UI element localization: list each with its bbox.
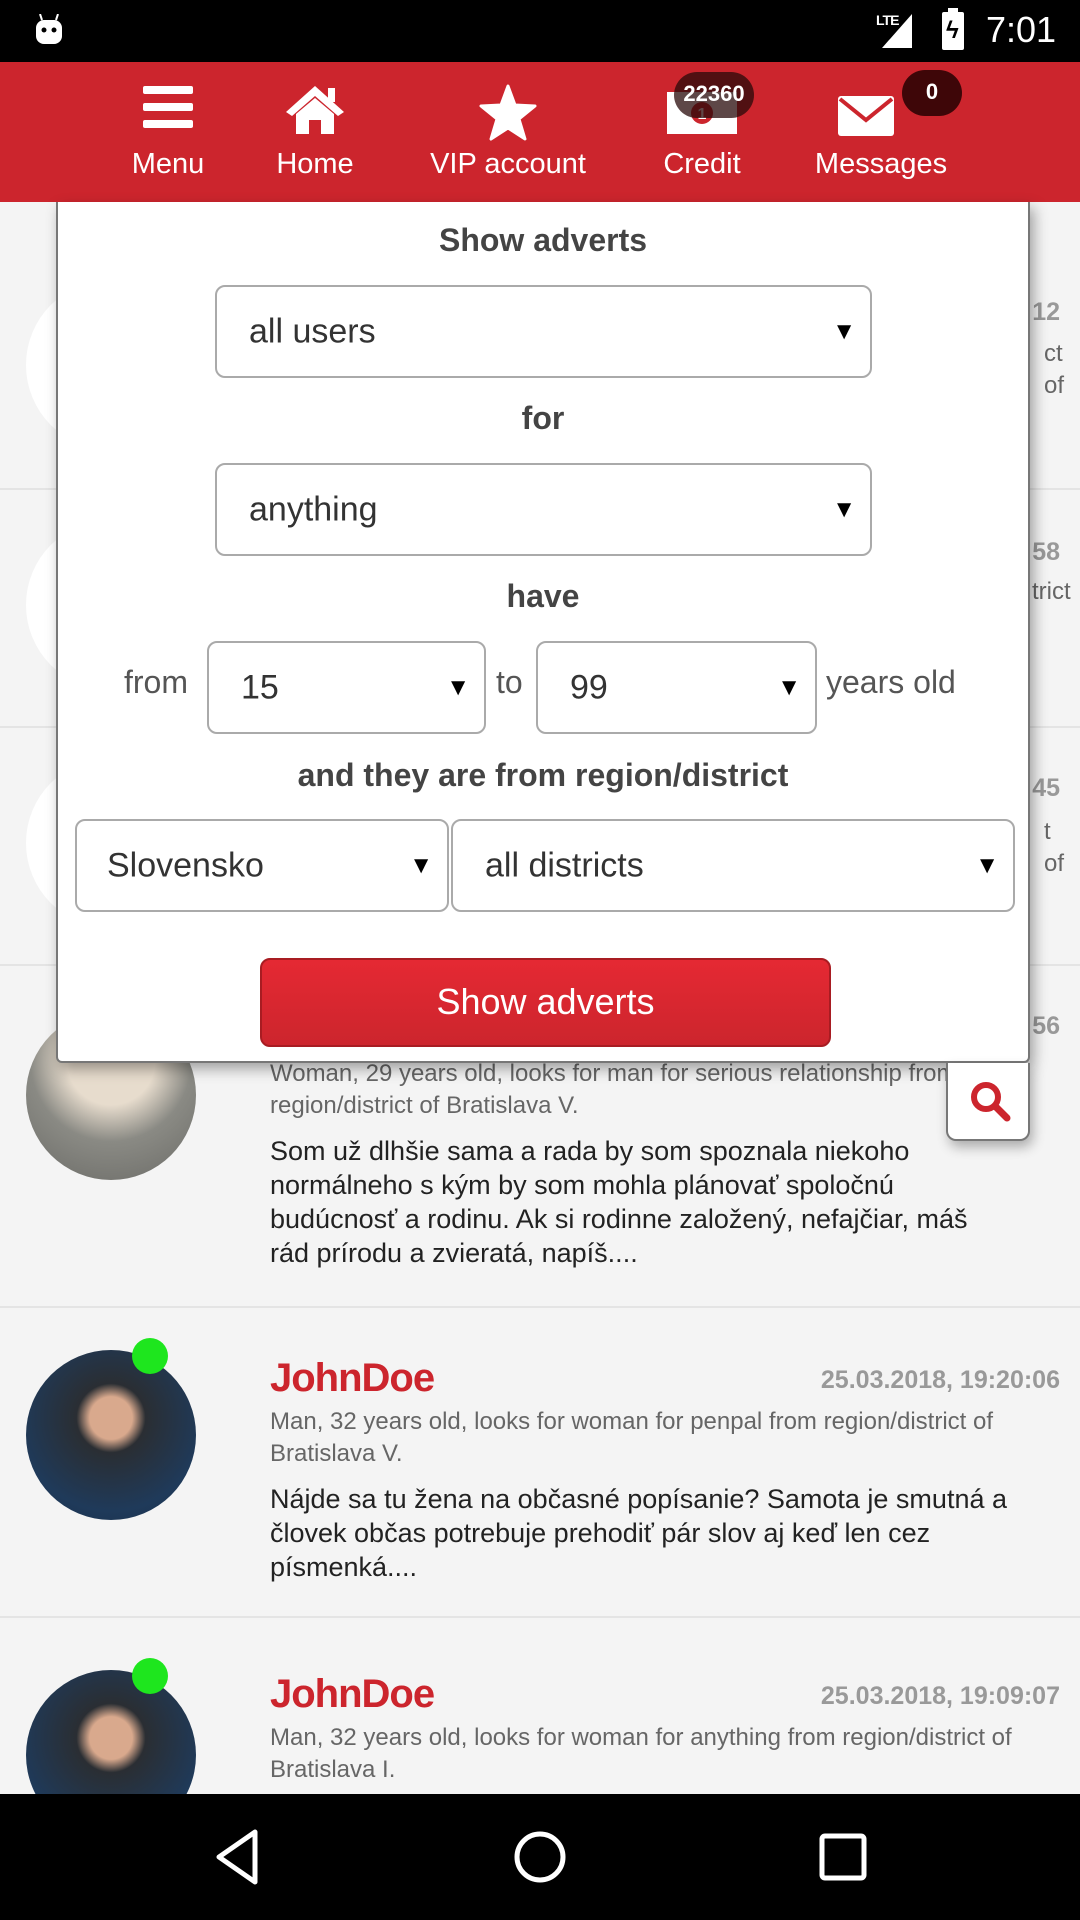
list-item[interactable]: JohnDoe 25.03.2018, 19:20:06 Man, 32 yea… [0, 1308, 1080, 1618]
district-select[interactable]: all districts ▼ [451, 819, 1015, 912]
battery-charging-icon: ϟ [942, 8, 964, 50]
online-status-indicator [132, 1338, 168, 1374]
advert-text: Nájde sa tu žena na občasné popísanie? S… [270, 1484, 1007, 1582]
dropdown-caret-icon: ▼ [975, 851, 999, 879]
have-label: have [506, 578, 580, 614]
region-select[interactable]: Slovensko ▼ [75, 819, 449, 912]
nav-messages-label: Messages [814, 148, 948, 180]
credit-badge: 22360 [674, 72, 754, 118]
nav-vip-label: VIP account [430, 148, 586, 180]
user-type-value: all users [249, 312, 376, 350]
avatar [26, 1670, 196, 1794]
user-type-select[interactable]: all users ▼ [215, 285, 872, 378]
home-icon [286, 86, 344, 134]
age-from-select[interactable]: 15 ▼ [207, 641, 486, 734]
nav-menu-label: Menu [131, 148, 205, 180]
search-icon [971, 1082, 1011, 1122]
advert-date: 56 [1032, 1012, 1060, 1040]
purpose-value: anything [249, 490, 378, 528]
age-to-value: 99 [570, 668, 608, 706]
advert-meta: ct of [1044, 340, 1065, 399]
menu-icon [143, 86, 193, 128]
nav-menu[interactable]: Menu [118, 62, 218, 202]
avatar [26, 1350, 196, 1520]
clock: 7:01 [986, 9, 1057, 50]
nav-credit-label: Credit [663, 148, 741, 180]
years-old-label: years old [826, 664, 956, 700]
dropdown-caret-icon: ▼ [832, 495, 856, 523]
advert-date: 25.03.2018, 19:09:07 [820, 1682, 1060, 1710]
from-label: from [124, 664, 188, 700]
nav-credit[interactable]: 1 22360 Credit [650, 62, 754, 202]
advert-date: 12 [1032, 298, 1060, 326]
nav-messages[interactable]: 0 Messages [806, 62, 962, 202]
home-circle-icon[interactable] [505, 1822, 575, 1892]
messages-badge: 0 [902, 70, 962, 116]
advert-date: 58 [1032, 538, 1060, 566]
advert-meta: Woman, 29 years old, looks for man for s… [270, 1060, 957, 1119]
advert-username[interactable]: JohnDoe [270, 1356, 435, 1401]
system-navigation-bar [0, 1794, 1080, 1920]
to-label: to [496, 664, 523, 700]
dropdown-caret-icon: ▼ [409, 851, 433, 879]
show-adverts-button[interactable]: Show adverts [260, 958, 831, 1047]
filter-title: Show adverts [438, 222, 648, 258]
advert-meta: trict [1032, 578, 1071, 605]
purpose-select[interactable]: anything ▼ [215, 463, 872, 556]
advert-text: Som už dlhšie sama a rada by som spoznal… [270, 1136, 968, 1268]
region-value: Slovensko [107, 846, 264, 884]
android-notification-icon [36, 14, 62, 44]
signal-icon [882, 14, 912, 48]
nav-home[interactable]: Home [265, 62, 365, 202]
nav-home-label: Home [276, 148, 354, 180]
advert-date: 45 [1032, 774, 1060, 802]
advert-username[interactable]: JohnDoe [270, 1672, 435, 1717]
district-value: all districts [485, 846, 644, 884]
age-from-value: 15 [241, 668, 279, 706]
for-label: for [521, 400, 565, 436]
advert-date: 25.03.2018, 19:20:06 [820, 1366, 1060, 1394]
online-status-indicator [132, 1658, 168, 1694]
advert-meta: Man, 32 years old, looks for woman for a… [270, 1724, 1012, 1783]
dropdown-caret-icon: ▼ [446, 673, 470, 701]
status-bar: LTE ϟ 7:01 [0, 0, 1080, 62]
age-to-select[interactable]: 99 ▼ [536, 641, 817, 734]
app-header: Menu Home VIP account 1 22360 Credit 0 M… [0, 62, 1080, 202]
advert-meta: Man, 32 years old, looks for woman for p… [270, 1408, 993, 1467]
advert-meta: t of [1044, 818, 1065, 877]
list-item[interactable]: JohnDoe 25.03.2018, 19:09:07 Man, 32 yea… [0, 1618, 1080, 1794]
region-label: and they are from region/district [297, 757, 789, 793]
filter-dialog: Show adverts all users ▼ for anything ▼ … [56, 202, 1030, 1063]
envelope-icon [838, 96, 894, 136]
star-icon [479, 84, 537, 141]
dropdown-caret-icon: ▼ [832, 317, 856, 345]
dropdown-caret-icon: ▼ [777, 673, 801, 701]
nav-vip-account[interactable]: VIP account [420, 62, 596, 202]
search-toggle-button[interactable] [946, 1063, 1030, 1141]
recents-icon[interactable] [808, 1822, 878, 1892]
back-icon[interactable] [205, 1822, 275, 1892]
